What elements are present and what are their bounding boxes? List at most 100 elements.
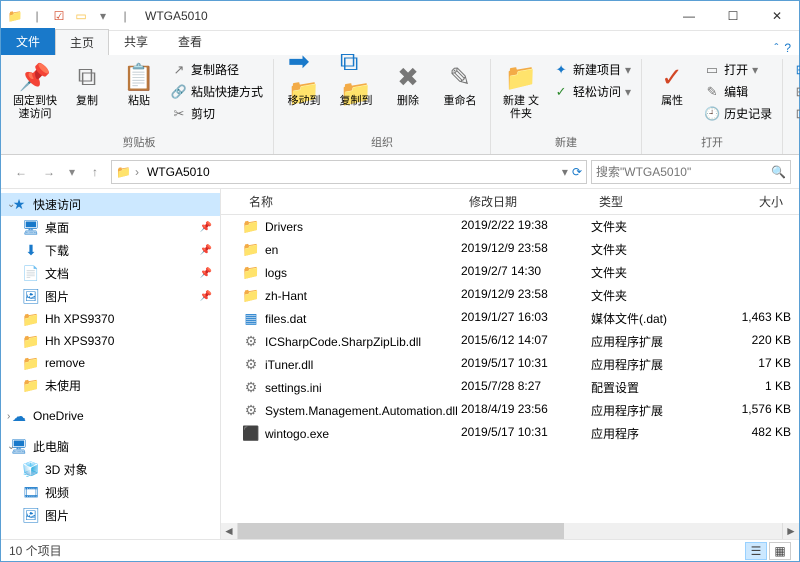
file-row[interactable]: ⚙ ICSharpCode.SharpZipLib.dll 2015/6/12 14…: [221, 330, 799, 353]
search-input[interactable]: [596, 165, 771, 179]
file-date: 2019/2/7 14:30: [461, 264, 591, 281]
refresh-button[interactable]: ⟳: [572, 165, 582, 179]
address-field[interactable]: 📁 › WTGA5010 ▾ ⟳: [111, 160, 587, 184]
folder-icon: 📁: [243, 288, 259, 304]
title-bar: 📁 | ☑ ▭ ▾ | WTGA5010 — ☐ ✕: [1, 1, 799, 31]
group-new-label: 新建: [497, 132, 635, 154]
select-none-button[interactable]: ⊟全部取消: [789, 81, 800, 102]
tree-item[interactable]: 📁remove: [1, 352, 220, 374]
exe-icon: ⬛: [243, 426, 259, 442]
file-row[interactable]: ⚙settings.ini2015/7/28 8:27配置设置1 KB: [221, 376, 799, 399]
col-type[interactable]: 类型: [591, 193, 711, 210]
file-row[interactable]: 📁en2019/12/9 23:58文件夹: [221, 238, 799, 261]
new-folder-button[interactable]: 📁新建 文件夹: [497, 59, 545, 123]
cut-button[interactable]: ✂剪切: [167, 103, 267, 124]
maximize-button[interactable]: ☐: [711, 2, 755, 30]
col-date[interactable]: 修改日期: [461, 193, 591, 210]
qat-dropdown-icon[interactable]: ▾: [95, 8, 111, 24]
copy-to-button[interactable]: ⧉📁复制到: [332, 59, 380, 110]
move-to-button[interactable]: ➡📁移动到: [280, 59, 328, 110]
help-icon[interactable]: ?: [784, 41, 791, 55]
group-open-label: 打开: [648, 132, 776, 154]
rename-button[interactable]: ✎重命名: [436, 59, 484, 110]
up-button[interactable]: ↑: [83, 160, 107, 184]
file-date: 2015/6/12 14:07: [461, 333, 591, 350]
file-type: 应用程序扩展: [591, 402, 711, 419]
pin-button[interactable]: 📌固定到快 速访问: [11, 59, 59, 123]
back-button[interactable]: ←: [9, 160, 33, 184]
tree-documents[interactable]: 📄文档📌: [1, 262, 220, 285]
ribbon-collapse-icon[interactable]: ˆ: [774, 41, 778, 55]
recent-dropdown[interactable]: ▾: [65, 160, 79, 184]
file-name: System.Management.Automation.dll: [265, 404, 458, 418]
scroll-thumb[interactable]: [238, 523, 564, 539]
tree-downloads[interactable]: ⬇下载📌: [1, 239, 220, 262]
file-size: [711, 241, 791, 258]
tree-pictures[interactable]: 🖼图片📌: [1, 285, 220, 308]
search-box[interactable]: 🔍: [591, 160, 791, 184]
file-type: 文件夹: [591, 218, 711, 235]
file-name: ICSharpCode.SharpZipLib.dll: [265, 335, 421, 349]
tab-file[interactable]: 文件: [1, 28, 55, 55]
delete-button[interactable]: ✖删除: [384, 59, 432, 110]
tree-item[interactable]: 📁未使用: [1, 374, 220, 397]
new-item-button[interactable]: ✦新建项目 ▾: [549, 59, 635, 80]
close-button[interactable]: ✕: [755, 2, 799, 30]
column-headers[interactable]: 名称 修改日期 类型 大小: [221, 189, 799, 215]
forward-button[interactable]: →: [37, 160, 61, 184]
quick-access-toolbar: 📁 | ☑ ▭ ▾ |: [1, 8, 139, 24]
file-date: 2019/5/17 10:31: [461, 356, 591, 373]
navigation-tree[interactable]: ⌄★快速访问 🖥桌面📌 ⬇下载📌 📄文档📌 🖼图片📌 📁Hh XPS9370 📁…: [1, 189, 221, 539]
file-row[interactable]: ⚙iTuner.dll2019/5/17 10:31应用程序扩展17 KB: [221, 353, 799, 376]
dll-icon: ⚙: [243, 357, 259, 373]
scroll-right-icon[interactable]: ►: [783, 524, 799, 538]
history-button[interactable]: 🕘历史记录: [700, 103, 776, 124]
file-row[interactable]: ⚙System.Management.Automation.dll2018/4/…: [221, 399, 799, 422]
easy-access-button[interactable]: ✓轻松访问 ▾: [549, 81, 635, 102]
tree-item[interactable]: 📁Hh XPS9370: [1, 308, 220, 330]
file-type: 文件夹: [591, 264, 711, 281]
file-row[interactable]: ▦files.dat2019/1/27 16:03媒体文件(.dat)1,463…: [221, 307, 799, 330]
tree-onedrive[interactable]: ›☁OneDrive: [1, 405, 220, 427]
tree-videos[interactable]: 🎞视频: [1, 481, 220, 504]
tree-quick-access[interactable]: ⌄★快速访问: [1, 193, 220, 216]
properties-button[interactable]: ✓属性: [648, 59, 696, 110]
view-icons-button[interactable]: ▦: [769, 542, 791, 560]
file-row[interactable]: 📁logs2019/2/7 14:30文件夹: [221, 261, 799, 284]
address-dropdown-icon[interactable]: ▾: [562, 165, 568, 179]
tab-view[interactable]: 查看: [163, 28, 217, 55]
search-icon[interactable]: 🔍: [771, 165, 786, 179]
edit-button[interactable]: ✎编辑: [700, 81, 776, 102]
file-type: 应用程序: [591, 425, 711, 442]
chevron-right-icon[interactable]: ›: [135, 165, 139, 179]
invert-selection-button[interactable]: ⊡反向选择: [789, 103, 800, 124]
tree-pictures2[interactable]: 🖼图片: [1, 504, 220, 527]
tab-home[interactable]: 主页: [55, 29, 109, 55]
file-row[interactable]: ⬛wintogo.exe2019/5/17 10:31应用程序482 KB: [221, 422, 799, 445]
file-list: 名称 修改日期 类型 大小 📁Drivers2019/2/22 19:38文件夹…: [221, 189, 799, 539]
checkbox-icon[interactable]: ☑: [51, 8, 67, 24]
minimize-button[interactable]: —: [667, 2, 711, 30]
dll-icon: ⚙: [243, 334, 259, 350]
file-row[interactable]: 📁zh-Hant2019/12/9 23:58文件夹: [221, 284, 799, 307]
copy-button[interactable]: ⧉复制: [63, 59, 111, 110]
breadcrumb[interactable]: WTGA5010: [143, 165, 214, 179]
copy-path-button[interactable]: ↗复制路径: [167, 59, 267, 80]
col-size[interactable]: 大小: [711, 193, 791, 210]
paste-button[interactable]: 📋粘贴: [115, 59, 163, 110]
horizontal-scrollbar[interactable]: ◄ ►: [221, 523, 799, 539]
group-organize-label: 组织: [280, 132, 484, 154]
select-all-button[interactable]: ⊞全部选择: [789, 59, 800, 80]
file-size: 1,463 KB: [711, 310, 791, 327]
tree-item[interactable]: 📁Hh XPS9370: [1, 330, 220, 352]
file-row[interactable]: 📁Drivers2019/2/22 19:38文件夹: [221, 215, 799, 238]
tree-this-pc[interactable]: ⌄🖥此电脑: [1, 435, 220, 458]
paste-shortcut-button[interactable]: 🔗粘贴快捷方式: [167, 81, 267, 102]
tab-share[interactable]: 共享: [109, 28, 163, 55]
view-details-button[interactable]: ☰: [745, 542, 767, 560]
open-button[interactable]: ▭打开 ▾: [700, 59, 776, 80]
tree-desktop[interactable]: 🖥桌面📌: [1, 216, 220, 239]
col-name[interactable]: 名称: [221, 193, 461, 210]
scroll-left-icon[interactable]: ◄: [221, 524, 237, 538]
tree-3d-objects[interactable]: 🧊3D 对象: [1, 458, 220, 481]
